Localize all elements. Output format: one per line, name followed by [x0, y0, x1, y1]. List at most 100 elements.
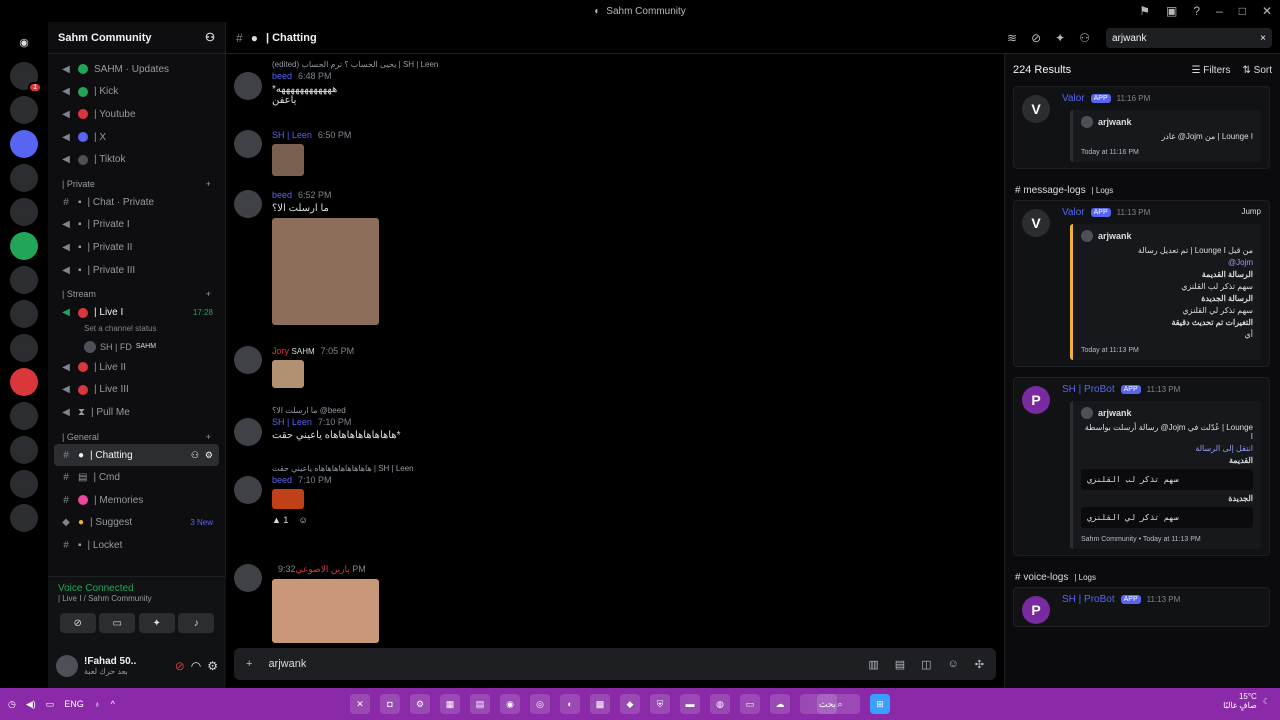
search-result[interactable]: V Valor APP 11:16 PM arjwank غادر @Jojm من… — [1013, 86, 1270, 169]
taskbar-search[interactable]: بحث ⌕ — [800, 694, 860, 714]
avatar[interactable] — [234, 130, 262, 158]
channel-item[interactable]: ◀ ▪ | Private III — [54, 259, 219, 282]
app-icon[interactable]: ▤ — [470, 694, 490, 714]
server-icon[interactable] — [10, 368, 38, 396]
inbox-icon[interactable]: ⚑ — [1139, 4, 1150, 18]
server-icon[interactable] — [10, 300, 38, 328]
author-name[interactable]: beed — [272, 475, 292, 485]
threads-icon[interactable]: ≋ — [1007, 31, 1017, 45]
emoji-icon[interactable]: ☺ — [948, 658, 959, 671]
channel-item[interactable]: ◀ ▪ | Private II — [54, 236, 219, 259]
mic-icon[interactable]: ♁ — [94, 699, 101, 709]
server-icon[interactable] — [10, 402, 38, 430]
gear-icon[interactable]: ⚙ — [205, 450, 213, 461]
message[interactable]: (edited) يحيى الحساب ؟ ترم الحساب | SH |… — [234, 60, 438, 106]
language-indicator[interactable]: ENG — [64, 699, 84, 709]
channel-item[interactable]: ◀ ▪ | Private I — [54, 214, 219, 237]
server-icon[interactable] — [10, 96, 38, 124]
plus-icon[interactable]: + — [206, 432, 211, 442]
channel-item[interactable]: ◆ ● | Suggest 3 New — [54, 512, 219, 535]
settings-icon[interactable]: ⚙ — [410, 694, 430, 714]
attach-plus-icon[interactable]: + — [246, 658, 252, 670]
app-icon[interactable]: ▩ — [590, 694, 610, 714]
message[interactable]: ما ارسلت الا؟ @beed SH | Leen 7:10 PM هاه… — [234, 406, 401, 446]
members-icon[interactable]: ⚇ — [1079, 31, 1090, 45]
result-location[interactable]: # voice-logs | Logs — [1005, 566, 1280, 587]
message[interactable]: SH | Leen 6:50 PM — [234, 130, 351, 176]
author-name[interactable]: Jory — [272, 346, 289, 356]
channel-item[interactable]: # ▤ | Cmd — [54, 466, 219, 489]
app-icon[interactable]: ◉ — [500, 694, 520, 714]
screen-share-icon[interactable]: ▭ — [99, 613, 136, 633]
download-icon[interactable]: ▣ — [1166, 4, 1177, 18]
minimize-button[interactable]: – — [1216, 4, 1223, 18]
message[interactable]: beed 6:52 PM ما ارسلت الا؟ — [234, 190, 379, 325]
author-name[interactable]: beed — [272, 190, 292, 200]
security-icon[interactable]: ⛨ — [650, 694, 670, 714]
jump-to-message-link[interactable]: انتقل إلى الرسالة — [1081, 444, 1253, 453]
channel-item[interactable]: ◀ SAHM · Updates — [54, 58, 219, 81]
sort-button[interactable]: ⇅ Sort — [1242, 65, 1272, 76]
discord-home-icon[interactable]: ◉ — [10, 28, 38, 56]
camera-off-icon[interactable]: ⊘ — [59, 613, 96, 633]
channel-item[interactable]: ◀ | Tiktok — [54, 148, 219, 171]
message[interactable]: بارين الاصوعي9:32 PM — [234, 564, 379, 643]
category-general[interactable]: | General + — [54, 424, 219, 444]
image-attachment[interactable] — [272, 489, 304, 509]
app-icon[interactable]: ▭ — [740, 694, 760, 714]
server-icon[interactable] — [10, 334, 38, 362]
image-attachment[interactable] — [272, 218, 379, 325]
server-icon[interactable] — [10, 504, 38, 532]
channel-item[interactable]: ◀ ⧗ | Pull Me — [54, 401, 219, 424]
category-stream[interactable]: | Stream + — [54, 281, 219, 301]
server-icon[interactable] — [10, 232, 38, 260]
windows-start-icon[interactable]: ⊞ — [870, 694, 890, 714]
message[interactable]: Jory SAHM 7:05 PM — [234, 346, 354, 388]
author-name[interactable]: بارين الاصوعي — [296, 564, 350, 574]
composer-input[interactable]: arjwank — [268, 658, 306, 670]
search-input[interactable]: arjwank × — [1106, 28, 1272, 48]
plus-icon[interactable]: + — [206, 179, 211, 189]
battery-icon[interactable]: ▭ — [46, 699, 55, 710]
jump-button[interactable]: Jump — [1241, 207, 1261, 216]
avatar[interactable] — [56, 655, 78, 677]
channel-item[interactable]: ◀ | X — [54, 126, 219, 149]
search-result[interactable]: P SH | ProBot APP 11:13 PM arjwank رسالة أ… — [1013, 377, 1270, 556]
channel-status[interactable]: Set a channel status — [54, 324, 219, 338]
app-icon[interactable]: ✕ — [350, 694, 370, 714]
bot-name[interactable]: Valor — [1062, 207, 1085, 218]
help-icon[interactable]: ? — [1193, 4, 1200, 18]
author-name[interactable]: SH | Leen — [272, 130, 312, 140]
bot-name[interactable]: Valor — [1062, 93, 1085, 104]
store-icon[interactable]: ▦ — [440, 694, 460, 714]
weather-widget[interactable]: 15°C صافٍ غالبًا ☾ — [1223, 692, 1270, 710]
mic-muted-icon[interactable]: ⊘ — [175, 659, 185, 673]
add-member-icon[interactable]: ⚇ — [205, 31, 215, 44]
reaction[interactable]: ▲ 1 ☺ — [272, 515, 414, 525]
search-result[interactable]: V Jump Valor APP 11:13 PM arjwank تم تعديل… — [1013, 200, 1270, 367]
edge-icon[interactable]: ◍ — [710, 694, 730, 714]
reply-preview[interactable]: (edited) يحيى الحساب ؟ ترم الحساب | SH |… — [272, 60, 438, 69]
close-window-button[interactable]: ✕ — [1262, 4, 1272, 18]
add-reaction-icon[interactable]: ☺ — [298, 515, 307, 525]
avatar[interactable] — [234, 476, 262, 504]
mention[interactable]: @Jojm — [1081, 258, 1253, 267]
voice-location[interactable]: | Live I / Sahm Community — [58, 594, 216, 603]
discord-icon[interactable]: ◐ — [560, 694, 580, 714]
channel-item[interactable]: # ▪ | Locket — [54, 534, 219, 557]
app-icon[interactable]: ◘ — [380, 694, 400, 714]
server-icon[interactable] — [10, 436, 38, 464]
notifications-off-icon[interactable]: ⊘ — [1031, 31, 1041, 45]
avatar[interactable] — [234, 418, 262, 446]
headphones-icon[interactable]: ◠ — [191, 659, 201, 673]
activities-icon[interactable]: ✦ — [138, 613, 175, 633]
channel-item[interactable]: ◀ | Youtube — [54, 103, 219, 126]
search-result[interactable]: P SH | ProBot APP 11:13 PM — [1013, 587, 1270, 627]
bot-name[interactable]: SH | ProBot — [1062, 384, 1115, 395]
filters-button[interactable]: ☰ Filters — [1192, 65, 1231, 76]
chevron-up-icon[interactable]: ^ — [111, 699, 115, 709]
message-composer[interactable]: + arjwank ▥ ▤ ◫ ☺ ✣ — [234, 648, 996, 680]
plus-icon[interactable]: + — [206, 289, 211, 299]
server-header[interactable]: Sahm Community ⚇ — [48, 22, 225, 54]
chrome-icon[interactable]: ◎ — [530, 694, 550, 714]
